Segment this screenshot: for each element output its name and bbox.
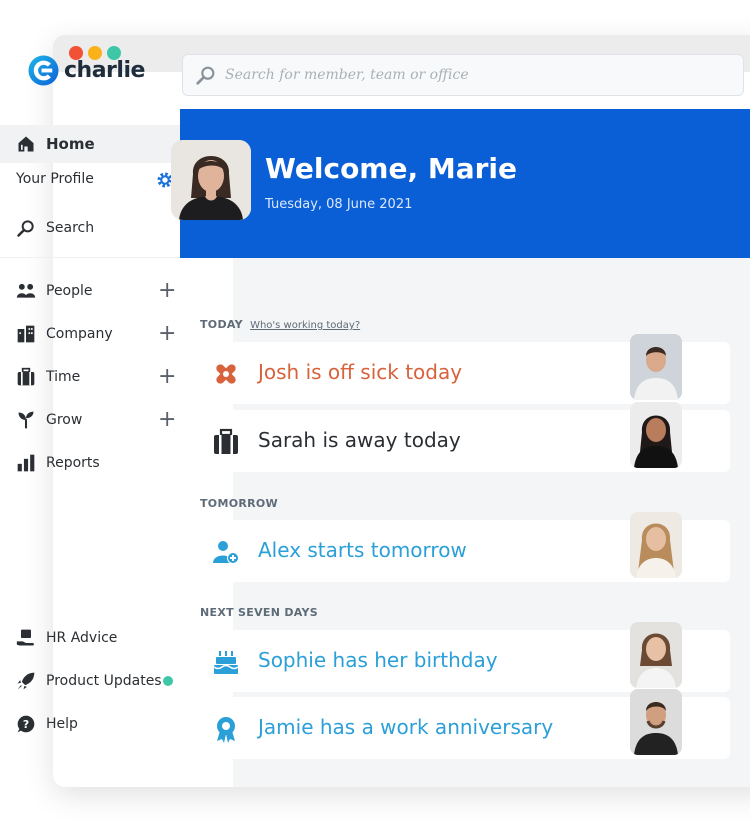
avatar-alex[interactable] — [630, 512, 682, 578]
search-icon — [196, 66, 215, 85]
search-bar[interactable] — [182, 54, 744, 96]
bandage-icon — [212, 360, 240, 388]
current-date: Tuesday, 08 June 2021 — [265, 197, 413, 212]
event-text: Jamie has a work anniversary — [258, 715, 554, 739]
sidebar-item-reports[interactable]: Reports — [16, 453, 100, 473]
sidebar-item-help[interactable]: ? Help — [16, 714, 78, 734]
award-icon — [212, 715, 240, 743]
home-icon — [16, 134, 36, 154]
sidebar-item-label: Reports — [46, 455, 100, 471]
suitcase-icon — [212, 428, 240, 456]
svg-text:?: ? — [23, 718, 29, 731]
sidebar-item-label: Time — [46, 369, 81, 385]
event-text: Josh is off sick today — [258, 360, 463, 384]
add-user-icon — [212, 538, 240, 566]
rocket-icon — [16, 671, 36, 691]
add-company-button[interactable]: + — [158, 323, 176, 345]
search-input[interactable] — [223, 62, 727, 88]
event-card-josh[interactable]: Josh is off sick today — [200, 334, 730, 404]
avatar-sophie[interactable] — [630, 622, 682, 688]
add-grow-button[interactable]: + — [158, 409, 176, 431]
avatar-sarah[interactable] — [630, 402, 682, 468]
sidebar-item-label: Your Profile — [16, 171, 94, 187]
luggage-icon — [16, 367, 36, 387]
event-text: Sophie has her birthday — [258, 648, 498, 672]
sidebar-item-label: Product Updates — [46, 673, 162, 689]
people-icon — [16, 281, 36, 301]
app-logo[interactable]: charlie — [28, 55, 145, 86]
section-label: NEXT SEVEN DAYS — [200, 606, 319, 619]
sidebar-item-label: Grow — [46, 412, 83, 428]
app-name: charlie — [64, 58, 145, 83]
sidebar-item-label: People — [46, 283, 93, 299]
sidebar-item-search[interactable]: Search — [16, 218, 94, 238]
event-card-jamie[interactable]: Jamie has a work anniversary — [200, 689, 730, 759]
event-text: Sarah is away today — [258, 428, 461, 452]
charlie-logo-icon — [28, 55, 59, 86]
cake-icon — [212, 648, 240, 676]
sidebar-divider — [0, 257, 180, 258]
event-card-alex[interactable]: Alex starts tomorrow — [200, 512, 730, 582]
section-tomorrow: TOMORROW — [200, 497, 278, 510]
sidebar-item-label: Home — [46, 135, 95, 153]
user-avatar[interactable] — [171, 140, 251, 220]
sidebar-item-label: Company — [46, 326, 113, 342]
sidebar-item-product-updates[interactable]: Product Updates — [16, 671, 162, 691]
new-updates-indicator — [163, 676, 173, 686]
event-card-sophie[interactable]: Sophie has her birthday — [200, 622, 730, 692]
section-label: TOMORROW — [200, 497, 278, 510]
sidebar-item-label: Help — [46, 716, 78, 732]
event-text: Alex starts tomorrow — [258, 538, 467, 562]
section-label: TODAY — [200, 318, 243, 331]
building-icon — [16, 324, 36, 344]
whos-working-today-link[interactable]: Who's working today? — [250, 320, 360, 331]
sidebar-item-people[interactable]: People — [16, 281, 93, 301]
event-card-sarah[interactable]: Sarah is away today — [200, 402, 730, 472]
section-next-seven-days: NEXT SEVEN DAYS — [200, 606, 318, 619]
bar-chart-icon — [16, 453, 36, 473]
sidebar-item-home[interactable]: Home — [0, 125, 180, 163]
search-icon — [16, 218, 36, 238]
avatar-josh[interactable] — [630, 334, 682, 400]
help-icon: ? — [16, 714, 36, 734]
sidebar-item-grow[interactable]: Grow — [16, 410, 82, 430]
sidebar-item-label: Search — [46, 220, 95, 236]
sidebar-item-company[interactable]: Company — [16, 324, 113, 344]
sidebar-item-hr-advice[interactable]: HR Advice — [16, 628, 117, 648]
hand-advice-icon — [16, 628, 36, 648]
section-today: TODAY Who's working today? — [200, 318, 360, 331]
avatar-jamie[interactable] — [630, 689, 682, 755]
add-time-button[interactable]: + — [158, 366, 176, 388]
sprout-icon — [16, 410, 36, 430]
add-people-button[interactable]: + — [158, 280, 176, 302]
sidebar-item-profile[interactable]: Your Profile — [16, 171, 94, 187]
welcome-heading: Welcome, Marie — [265, 152, 518, 185]
sidebar-item-label: HR Advice — [46, 630, 118, 646]
sidebar-item-time[interactable]: Time — [16, 367, 80, 387]
